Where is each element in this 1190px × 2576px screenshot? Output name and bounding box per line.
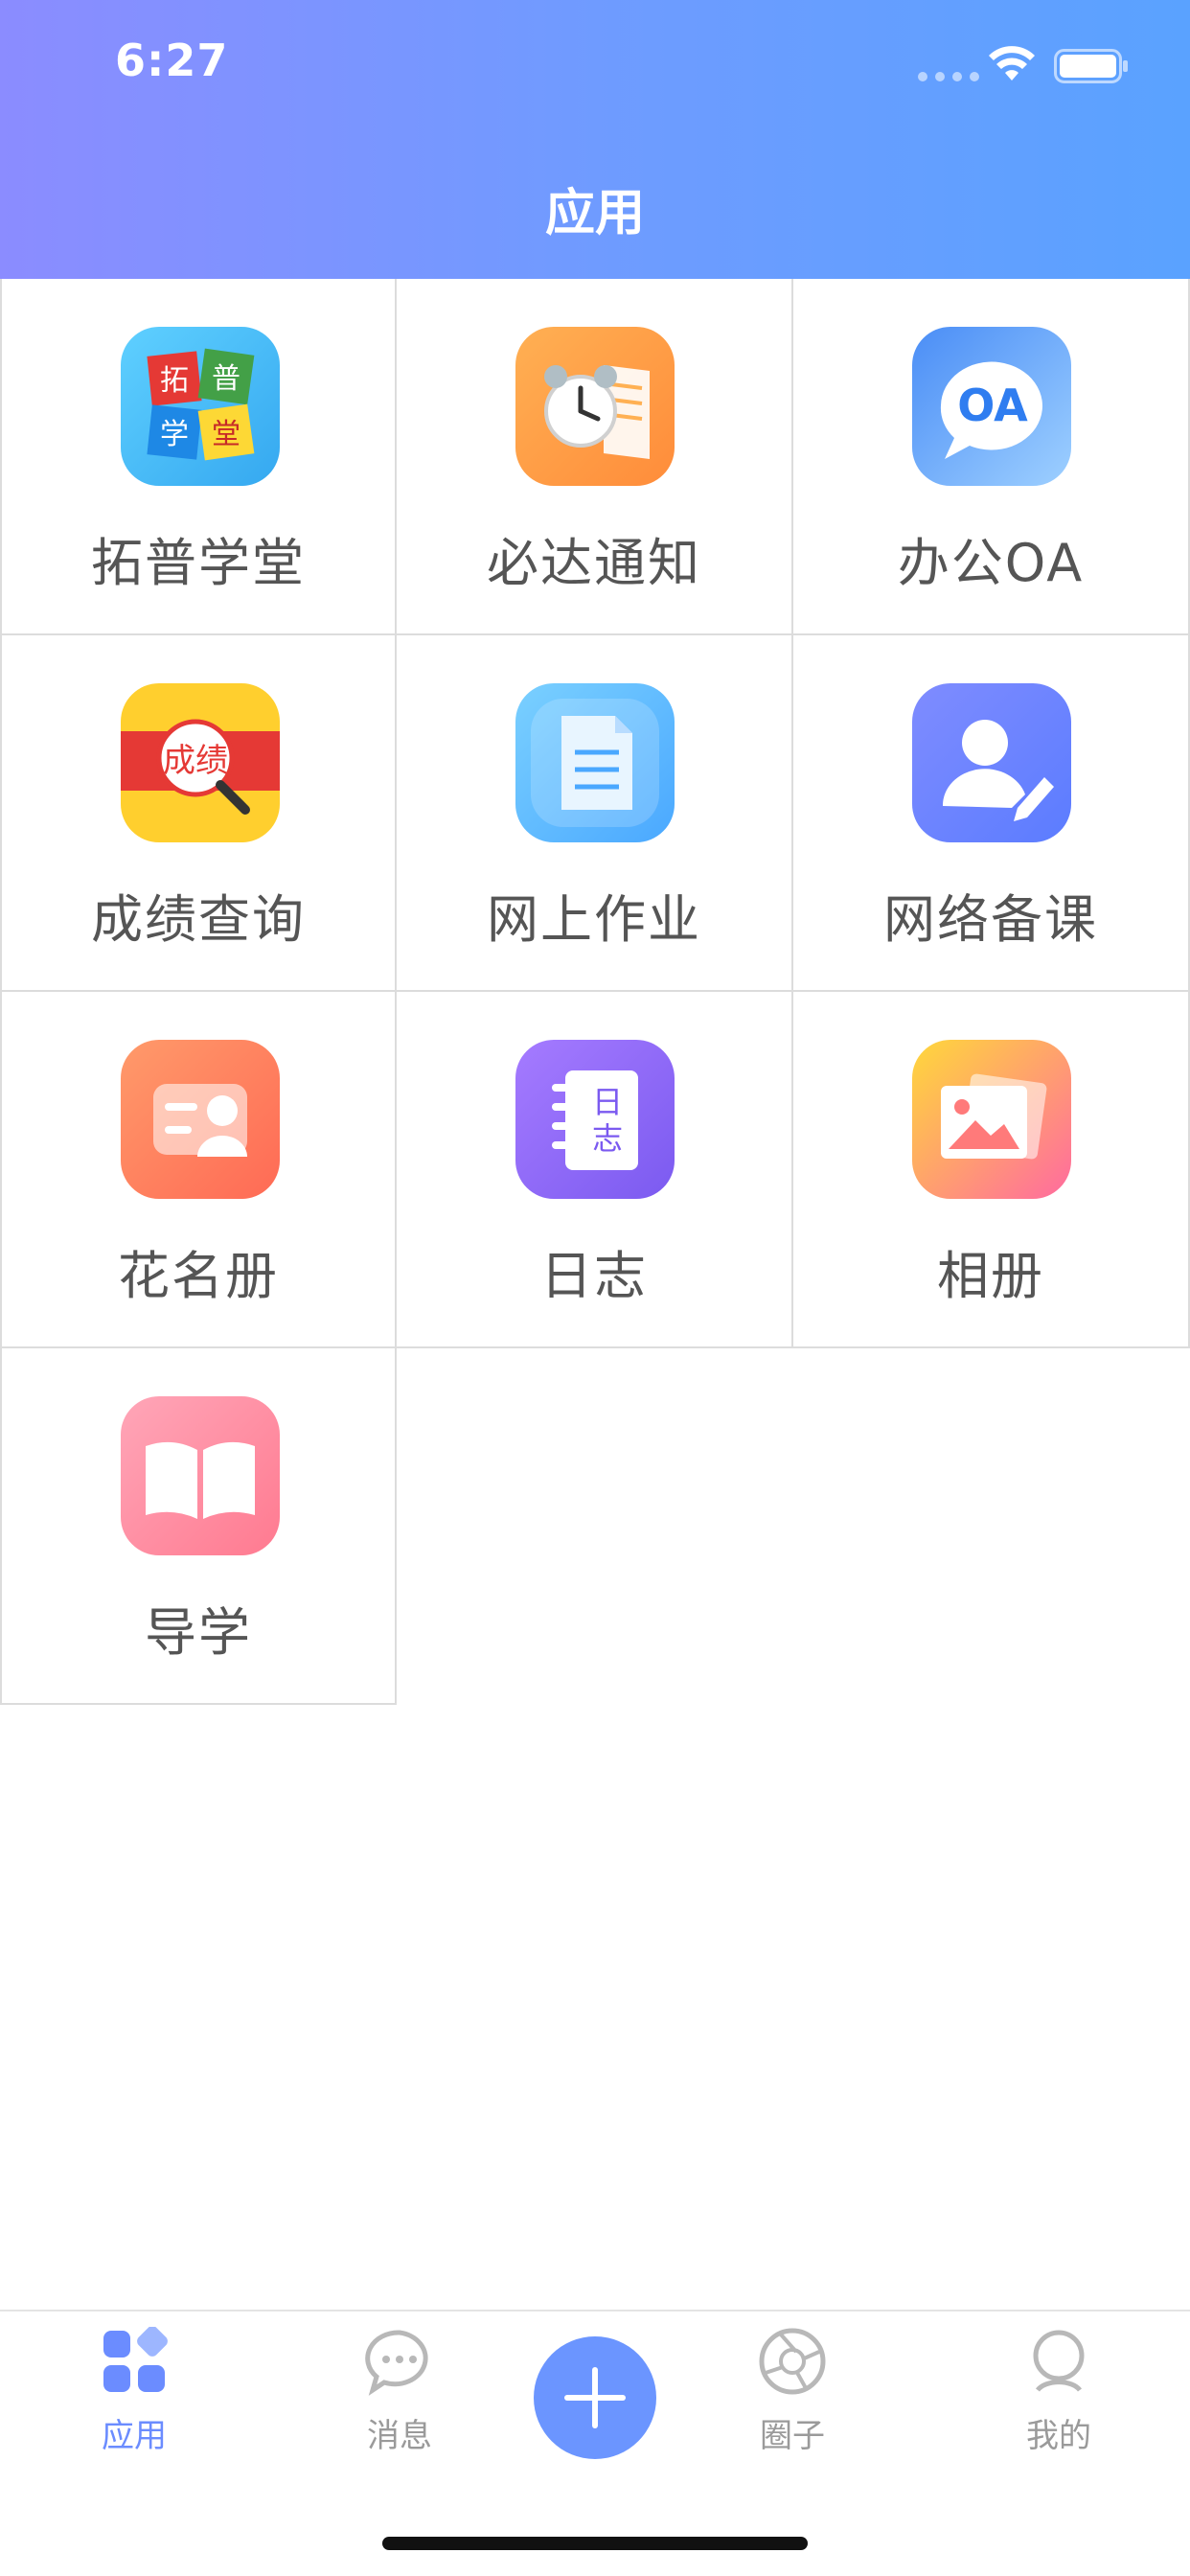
log-icon-char-1: 日 xyxy=(592,1084,623,1120)
battery-icon xyxy=(1054,49,1128,83)
app-tile-bida-notice[interactable]: 必达通知 xyxy=(397,279,793,635)
alarm-clock-icon xyxy=(515,327,675,486)
tuopu-xuetang-icon: 拓 普 学 堂 xyxy=(121,327,280,486)
wifi-icon xyxy=(989,46,1035,80)
app-label: 拓普学堂 xyxy=(91,533,306,593)
tab-label: 消息 xyxy=(367,2417,432,2455)
signal-icon xyxy=(918,72,979,81)
aperture-icon xyxy=(759,2328,826,2395)
app-header: 6:27 应用 xyxy=(0,0,1190,279)
roster-card-icon xyxy=(121,1040,280,1199)
app-label: 网上作业 xyxy=(487,889,701,950)
app-tile-online-lesson-prep[interactable]: 网络备课 xyxy=(793,635,1190,992)
user-icon xyxy=(1033,2330,1085,2392)
apps-grid-icon xyxy=(103,2327,168,2392)
status-time: 6:27 xyxy=(115,34,229,86)
tuopu-char-2: 普 xyxy=(212,362,240,396)
notebook-icon: 日 志 xyxy=(515,1040,675,1199)
page-title: 应用 xyxy=(544,185,645,242)
tab-messages[interactable]: 消息 xyxy=(313,2327,486,2471)
app-label: 导学 xyxy=(145,1602,252,1663)
photo-album-icon xyxy=(912,1040,1071,1199)
tab-circle[interactable]: 圈子 xyxy=(706,2327,879,2471)
tab-me[interactable]: 我的 xyxy=(973,2327,1145,2471)
add-button[interactable] xyxy=(534,2336,656,2459)
document-icon xyxy=(515,683,675,842)
app-label: 日志 xyxy=(540,1246,648,1306)
log-icon-char-2: 志 xyxy=(592,1120,623,1157)
oa-bubble-icon: OA xyxy=(912,327,1071,486)
app-tile-tuopu-xuetang[interactable]: 拓 普 学 堂 拓普学堂 xyxy=(0,279,397,635)
app-label: 花名册 xyxy=(118,1246,279,1306)
tuopu-char-1: 拓 xyxy=(160,364,189,398)
tab-label: 我的 xyxy=(1026,2417,1091,2455)
user-edit-icon xyxy=(912,683,1071,842)
app-tile-oa[interactable]: OA 办公OA xyxy=(793,279,1190,635)
app-tile-roster[interactable]: 花名册 xyxy=(0,992,397,1348)
grade-icon-text: 成绩 xyxy=(163,742,228,780)
app-tile-log[interactable]: 日 志 日志 xyxy=(397,992,793,1348)
app-tile-grade-query[interactable]: 成绩 成绩查询 xyxy=(0,635,397,992)
grade-search-icon: 成绩 xyxy=(121,683,280,842)
app-label: 相册 xyxy=(937,1246,1044,1306)
app-tile-album[interactable]: 相册 xyxy=(793,992,1190,1348)
tab-label: 圈子 xyxy=(760,2417,825,2455)
chat-bubble-icon xyxy=(365,2330,428,2396)
plus-icon xyxy=(564,2367,626,2428)
app-label: 办公OA xyxy=(897,533,1085,593)
app-label: 成绩查询 xyxy=(91,889,306,950)
oa-icon-text: OA xyxy=(957,380,1028,431)
home-indicator xyxy=(382,2537,808,2550)
open-book-icon xyxy=(121,1396,280,1555)
tab-label: 应用 xyxy=(102,2417,167,2455)
app-label: 必达通知 xyxy=(487,533,701,593)
app-label: 网络备课 xyxy=(883,889,1098,950)
tuopu-char-4: 堂 xyxy=(212,418,240,451)
tab-apps[interactable]: 应用 xyxy=(48,2327,220,2471)
app-tile-online-homework[interactable]: 网上作业 xyxy=(397,635,793,992)
app-tile-guided-study[interactable]: 导学 xyxy=(0,1348,397,1705)
tuopu-char-3: 学 xyxy=(160,418,189,451)
